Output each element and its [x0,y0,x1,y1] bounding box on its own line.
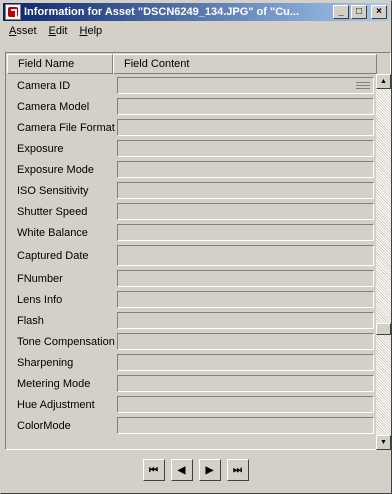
table-row: Metering Mode [7,373,376,394]
field-name-label: Hue Adjustment [17,398,95,411]
scroll-down-button[interactable]: ▼ [376,435,391,450]
field-content-input[interactable] [117,224,374,241]
table-row: Exposure [7,138,376,159]
field-content-input[interactable] [117,77,374,94]
field-content-input[interactable] [117,182,374,199]
field-name-label: FNumber [17,272,63,285]
field-name-label: ColorMode [17,419,71,432]
minimize-button[interactable]: _ [333,5,349,19]
scroll-up-button[interactable]: ▲ [376,74,391,89]
field-name-label: Camera Model [17,100,90,113]
field-content-input[interactable] [117,161,374,178]
table-row: Camera File Format [7,117,376,138]
table-row: Exposure Mode [7,159,376,180]
table-row: Tone Compensation [7,331,376,352]
table-row: Captured Date [7,243,376,268]
resize-grip-icon[interactable] [356,82,370,89]
table-row: ISO Sensitivity [7,180,376,201]
field-name-label: Sharpening [17,356,74,369]
field-content-input[interactable] [117,396,374,413]
field-content-input[interactable] [117,203,374,220]
field-content-input[interactable] [117,417,374,434]
menu-asset-label: sset [16,25,37,37]
table-row: ColorMode [7,415,376,436]
field-name-label: Lens Info [17,293,63,306]
scroll-thumb[interactable] [376,322,391,335]
app-icon[interactable] [5,4,21,20]
metadata-table: Field Name Field Content Camera ID Camera… [5,52,391,450]
close-button[interactable]: × [371,5,387,19]
field-name-label: White Balance [17,226,88,239]
menu-edit[interactable]: Edit [43,25,74,37]
menu-asset[interactable]: Asset [3,25,43,37]
field-content-input[interactable] [117,119,374,136]
menu-edit-label: dit [55,25,68,37]
table-header: Field Name Field Content [7,54,377,74]
field-name-label: Flash [17,314,44,327]
field-name-label: Exposure Mode [17,163,95,176]
column-header-field-content[interactable]: Field Content [113,54,377,74]
table-row: FNumber [7,268,376,289]
maximize-button[interactable]: □ [351,5,367,19]
asset-info-window: Information for Asset "DSCN6249_134.JPG"… [0,0,392,494]
field-name-label: Tone Compensation [17,335,115,348]
last-record-button[interactable]: ⏭ [226,459,249,481]
vertical-scrollbar[interactable]: ▲ ▼ [376,74,391,450]
table-row: Sharpening [7,352,376,373]
field-name-label: Shutter Speed [17,205,88,218]
menu-help[interactable]: Help [74,25,109,37]
field-content-input[interactable] [117,245,374,266]
table-row: Shutter Speed [7,201,376,222]
table-row: Hue Adjustment [7,394,376,415]
field-name-label: Captured Date [17,249,89,262]
menu-edit-mnemonic: E [48,25,56,37]
previous-record-button[interactable]: ◀ [170,459,193,481]
field-name-label: Metering Mode [17,377,91,390]
field-content-input[interactable] [117,98,374,115]
field-content-input[interactable] [117,312,374,329]
first-record-button[interactable]: ⏮ [142,459,165,481]
table-body: Camera ID Camera Model Camera File Format E… [7,75,376,436]
field-content-input[interactable] [117,270,374,287]
table-row: White Balance [7,222,376,243]
record-navigation: ⏮ ◀ ▶ ⏭ [1,459,392,485]
field-content-input[interactable] [117,291,374,308]
next-record-button[interactable]: ▶ [198,459,221,481]
field-content-input[interactable] [117,140,374,157]
field-content-input[interactable] [117,354,374,371]
table-row: Camera Model [7,96,376,117]
column-header-field-name[interactable]: Field Name [7,54,113,74]
field-content-input[interactable] [117,375,374,392]
field-name-label: Camera File Format [17,121,115,134]
field-content-input[interactable] [117,333,374,350]
menu-help-label: elp [87,25,103,37]
table-row: Camera ID [7,75,376,96]
table-row: Flash [7,310,376,331]
field-name-label: Exposure [17,142,64,155]
field-name-label: Camera ID [17,79,71,92]
field-name-label: ISO Sensitivity [17,184,89,197]
menu-bar: Asset Edit Help [3,22,389,40]
window-title: Information for Asset "DSCN6249_134.JPG"… [24,6,300,18]
table-row: Lens Info [7,289,376,310]
title-bar[interactable]: Information for Asset "DSCN6249_134.JPG"… [3,3,389,21]
